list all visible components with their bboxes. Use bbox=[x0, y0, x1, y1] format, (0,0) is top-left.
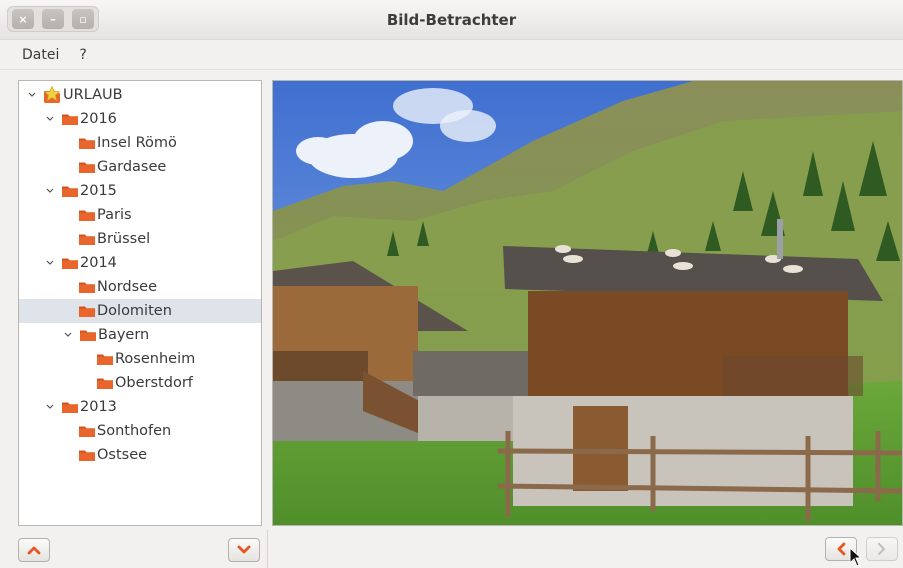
folder-icon bbox=[97, 378, 113, 389]
menu-help[interactable]: ? bbox=[69, 43, 96, 67]
tree-item-oberstdorf[interactable]: Oberstdorf bbox=[19, 371, 261, 395]
image-viewer bbox=[272, 80, 903, 526]
menu-bar: Datei ? bbox=[0, 40, 903, 70]
tree-down-button[interactable] bbox=[228, 538, 260, 562]
tree-year-label: 2013 bbox=[80, 399, 117, 415]
tree-item-label: Sonthofen bbox=[97, 423, 172, 439]
folder-icon bbox=[79, 210, 95, 221]
folder-icon bbox=[62, 186, 78, 197]
tree-item-label: Insel Römö bbox=[97, 135, 177, 151]
tree-up-button[interactable] bbox=[18, 538, 50, 562]
chevron-left-icon bbox=[837, 542, 846, 556]
tree-item-gardasee[interactable]: Gardasee bbox=[19, 155, 261, 179]
tree-year-label: 2015 bbox=[80, 183, 117, 199]
folder-icon bbox=[62, 258, 78, 269]
folder-icon bbox=[79, 282, 95, 293]
tree-year-2014[interactable]: 2014 bbox=[19, 251, 261, 275]
tree-item-label: Oberstdorf bbox=[115, 375, 193, 391]
folder-icon bbox=[79, 306, 95, 317]
tree-year-2015[interactable]: 2015 bbox=[19, 179, 261, 203]
photo bbox=[273, 81, 902, 525]
folder-tree[interactable]: URLAUB 2016 Insel Römö Gardasee 2015 Par… bbox=[18, 80, 262, 526]
tree-item-dolomiten[interactable]: Dolomiten bbox=[19, 299, 261, 323]
folder-icon bbox=[79, 426, 95, 437]
chevron-down-icon[interactable] bbox=[45, 402, 55, 412]
tree-item-rosenheim[interactable]: Rosenheim bbox=[19, 347, 261, 371]
window-title: Bild-Betrachter bbox=[386, 11, 517, 29]
chevron-down-icon bbox=[237, 545, 251, 554]
tree-root-label: URLAUB bbox=[63, 87, 123, 103]
folder-icon bbox=[97, 354, 113, 365]
chevron-up-icon bbox=[27, 546, 41, 555]
tree-item-label: Nordsee bbox=[97, 279, 158, 295]
tree-item-label: Dolomiten bbox=[97, 303, 172, 319]
menu-datei[interactable]: Datei bbox=[12, 43, 69, 67]
tree-root[interactable]: URLAUB bbox=[19, 83, 261, 107]
folder-icon bbox=[80, 330, 96, 341]
folder-icon bbox=[62, 402, 78, 413]
tree-item-paris[interactable]: Paris bbox=[19, 203, 261, 227]
tree-item-label: Gardasee bbox=[97, 159, 167, 175]
chevron-down-icon[interactable] bbox=[45, 258, 55, 268]
tree-item-nordsee[interactable]: Nordsee bbox=[19, 275, 261, 299]
tree-item-sonthofen[interactable]: Sonthofen bbox=[19, 419, 261, 443]
tree-folder-bayern[interactable]: Bayern bbox=[19, 323, 261, 347]
tree-year-2016[interactable]: 2016 bbox=[19, 107, 261, 131]
tree-item-label: Ostsee bbox=[97, 447, 148, 463]
star-folder-icon bbox=[43, 86, 61, 103]
tree-item-label: Brüssel bbox=[97, 231, 151, 247]
tree-item-brussel[interactable]: Brüssel bbox=[19, 227, 261, 251]
folder-icon bbox=[79, 450, 95, 461]
folder-icon bbox=[62, 114, 78, 125]
chevron-down-icon[interactable] bbox=[45, 114, 55, 124]
tree-item-label: Rosenheim bbox=[115, 351, 196, 367]
title-bar: × – ▫ Bild-Betrachter bbox=[0, 0, 903, 40]
tree-year-2013[interactable]: 2013 bbox=[19, 395, 261, 419]
tree-year-label: 2016 bbox=[80, 111, 117, 127]
chevron-down-icon[interactable] bbox=[45, 186, 55, 196]
folder-icon bbox=[79, 138, 95, 149]
tree-item-label: Paris bbox=[97, 207, 132, 223]
chevron-down-icon[interactable] bbox=[63, 330, 73, 340]
tree-folder-label: Bayern bbox=[98, 327, 150, 343]
chevron-right-icon bbox=[877, 542, 886, 556]
mouse-cursor-icon bbox=[849, 547, 863, 567]
folder-icon bbox=[79, 234, 95, 245]
tree-year-label: 2014 bbox=[80, 255, 117, 271]
tree-item-ostsee[interactable]: Ostsee bbox=[19, 443, 261, 467]
next-image-button[interactable] bbox=[866, 537, 898, 561]
chevron-down-icon[interactable] bbox=[27, 90, 37, 100]
tree-item-insel-romo[interactable]: Insel Römö bbox=[19, 131, 261, 155]
panel-divider bbox=[267, 530, 268, 568]
folder-icon bbox=[79, 162, 95, 173]
